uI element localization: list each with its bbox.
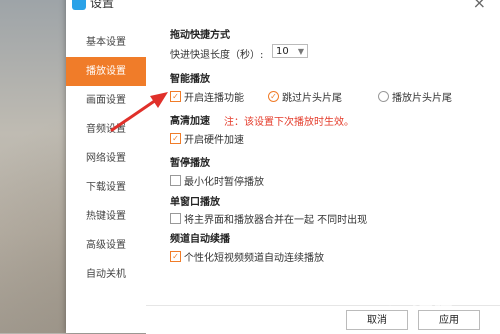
baidu-watermark: Bai 经验 [370,286,453,310]
